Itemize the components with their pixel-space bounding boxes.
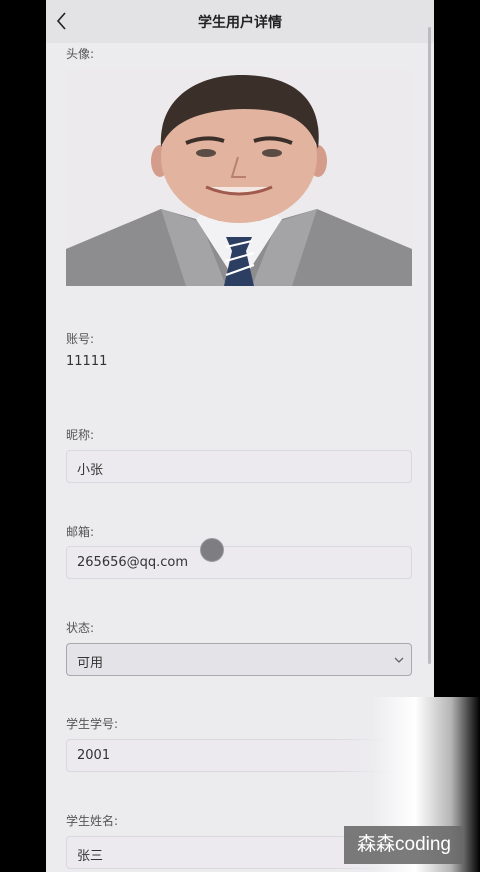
touch-indicator (200, 538, 224, 562)
email-input[interactable]: 265656@qq.com (66, 546, 412, 579)
nickname-value: 小张 (77, 463, 104, 478)
student-name-value: 张三 (77, 849, 104, 864)
scrollbar[interactable] (428, 27, 431, 664)
status-select[interactable]: 可用 (66, 643, 412, 676)
email-value: 265656@qq.com (77, 555, 189, 570)
status-selected-value: 可用 (77, 656, 104, 671)
watermark: 森森coding (344, 826, 464, 864)
page-title: 学生用户详情 (198, 15, 282, 31)
nav-header: 学生用户详情 (46, 0, 434, 43)
nickname-label: 昵称: (66, 428, 95, 442)
avatar-image (66, 69, 412, 286)
student-id-label: 学生学号: (66, 717, 119, 731)
chevron-down-icon (394, 657, 404, 663)
avatar-label: 头像: (66, 47, 95, 61)
status-label: 状态: (66, 621, 95, 635)
nickname-input[interactable]: 小张 (66, 450, 412, 483)
email-label: 邮箱: (66, 525, 95, 539)
student-id-value: 2001 (77, 748, 111, 763)
account-value: 11111 (66, 354, 108, 369)
student-name-label: 学生姓名: (66, 814, 119, 828)
account-label: 账号: (66, 332, 95, 346)
